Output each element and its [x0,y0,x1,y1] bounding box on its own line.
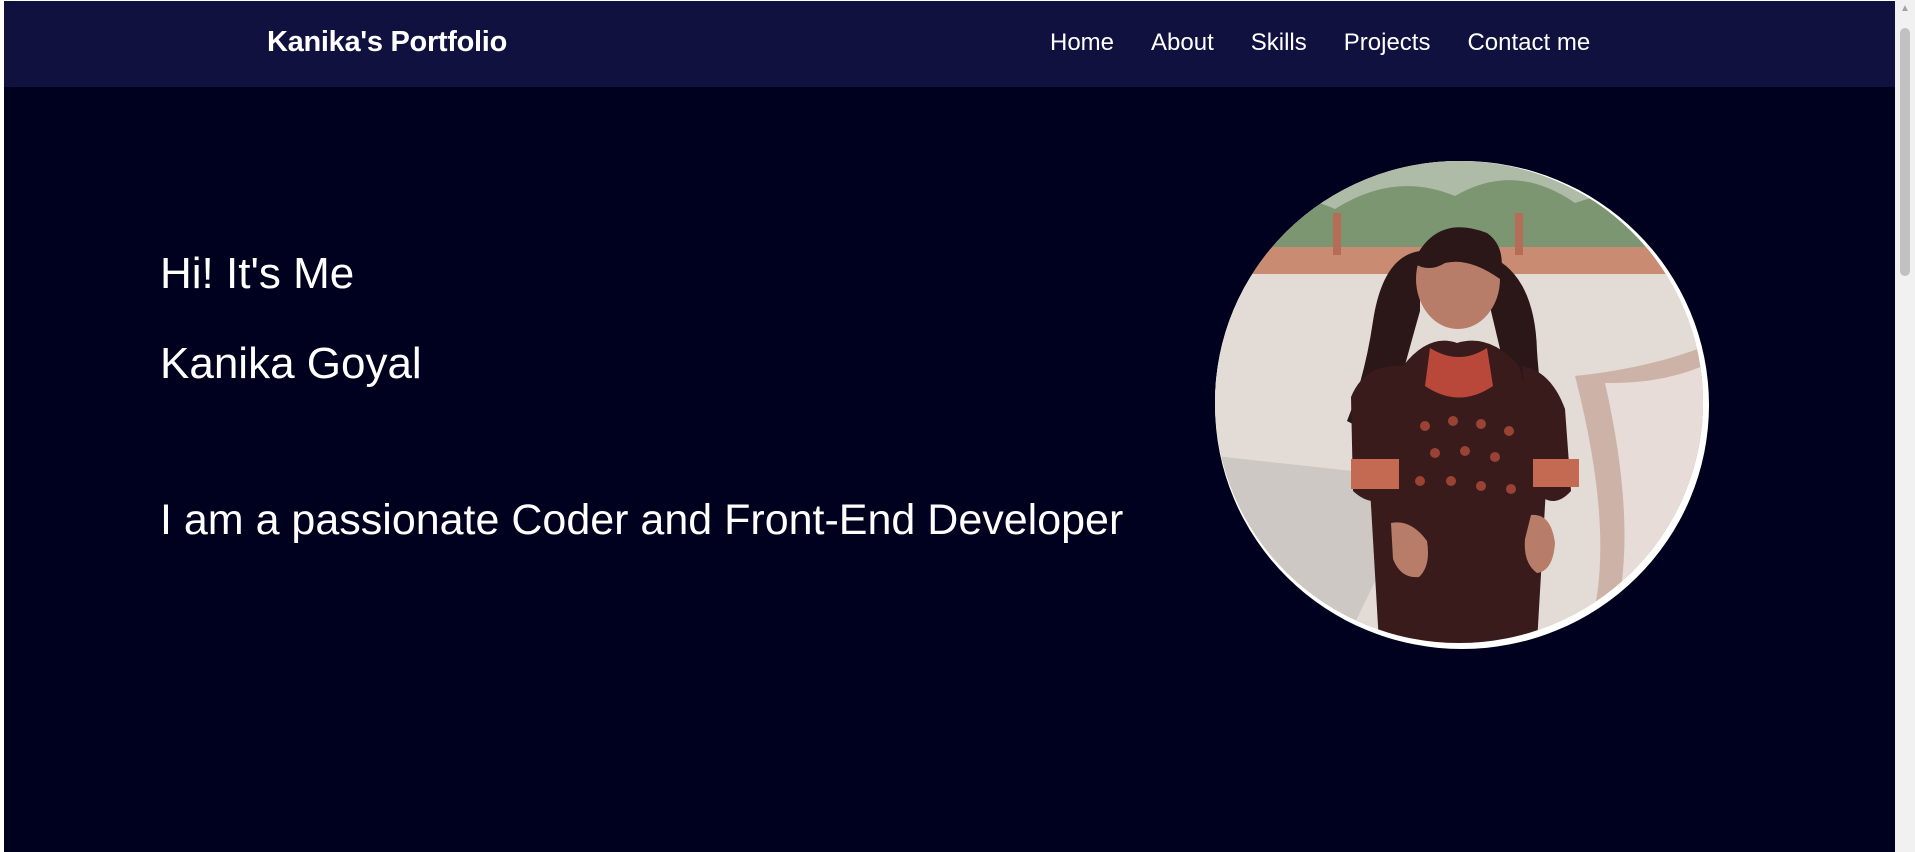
nav-home[interactable]: Home [1050,29,1114,57]
nav-about[interactable]: About [1151,29,1214,57]
nav-contact[interactable]: Contact me [1467,29,1590,57]
brand-title[interactable]: Kanika's Portfolio [267,26,507,59]
hero-tagline: I am a passionate Coder and Front-End De… [160,496,1124,544]
scrollbar-thumb[interactable] [1900,28,1910,276]
up-arrow-icon[interactable]: ▲ [1895,0,1915,18]
nav-skills[interactable]: Skills [1251,29,1307,57]
page-viewport: Kanika's Portfolio Home About Skills Pro… [4,1,1895,852]
profile-photo [1215,161,1703,643]
vertical-scrollbar[interactable]: ▲ [1895,0,1915,852]
hero-name: Kanika Goyal [160,339,422,388]
nav-links: Home About Skills Projects Contact me [1050,29,1590,57]
hero-greeting: Hi! It's Me [160,249,355,298]
nav-projects[interactable]: Projects [1344,29,1431,57]
navbar: Kanika's Portfolio Home About Skills Pro… [4,1,1895,87]
